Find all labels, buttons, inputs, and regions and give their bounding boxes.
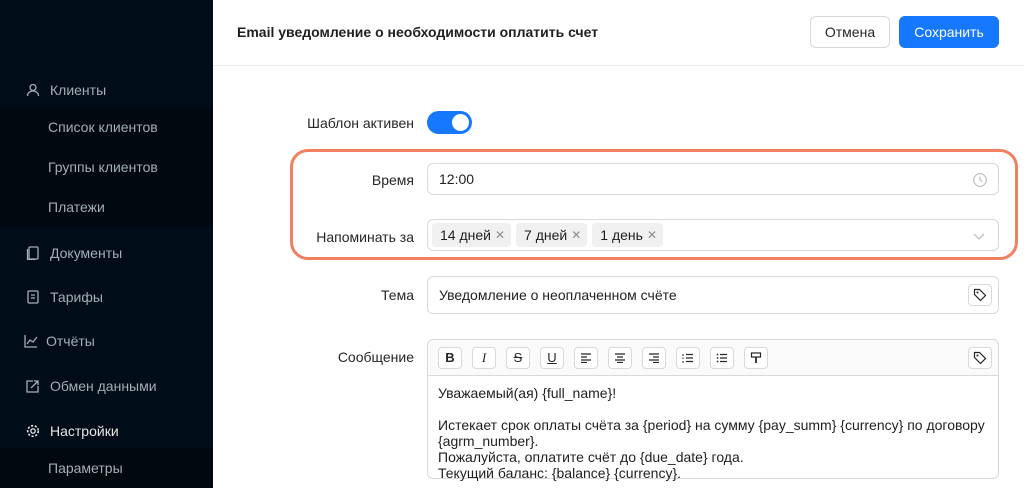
align-right-icon[interactable] <box>642 346 666 369</box>
sidebar-group-reports[interactable]: Отчёты <box>0 321 213 361</box>
remind-tag: 14 дней ✕ <box>432 223 512 247</box>
remind-label: Напоминать за <box>316 229 414 245</box>
subject-value: Уведомление о неоплаченном счёте <box>439 287 677 303</box>
sidebar-group-tariffs[interactable]: Тарифы <box>0 277 213 317</box>
sidebar-group-clients[interactable]: Клиенты <box>0 70 213 110</box>
sidebar-item-payments[interactable]: Платежи <box>0 187 213 227</box>
tag-label: 1 день <box>600 227 643 243</box>
cancel-button[interactable]: Отмена <box>810 16 890 48</box>
message-line <box>438 401 988 417</box>
tariff-icon <box>26 290 40 304</box>
sidebar-group-label: Отчёты <box>46 333 95 349</box>
tag-label: 14 дней <box>440 227 491 243</box>
bold-icon[interactable]: B <box>438 346 462 369</box>
close-icon[interactable]: ✕ <box>495 228 505 242</box>
message-line: Пожалуйста, оплатите счёт до {due_date} … <box>438 449 744 465</box>
message-body[interactable]: Уважаемый(ая) {full_name}! Истекает срок… <box>428 376 998 488</box>
tag-label: 7 дней <box>524 227 568 243</box>
user-icon <box>26 83 40 97</box>
page-header: Email уведомление о необходимости оплати… <box>213 0 1024 66</box>
remind-tag: 1 день ✕ <box>592 223 663 247</box>
exchange-icon <box>26 379 40 393</box>
time-value: 12:00 <box>439 171 475 187</box>
sidebar-item-client-groups[interactable]: Группы клиентов <box>0 147 213 187</box>
sidebar-group-documents[interactable]: Документы <box>0 233 213 273</box>
tag-icon[interactable] <box>968 284 992 306</box>
bullet-list-icon[interactable] <box>710 346 734 369</box>
time-label: Время <box>371 172 414 188</box>
sidebar-group-label: Тарифы <box>50 289 103 305</box>
page-title: Email уведомление о необходимости оплати… <box>237 24 599 40</box>
align-center-icon[interactable] <box>608 346 632 369</box>
chevron-down-icon[interactable] <box>972 229 988 245</box>
tag-icon[interactable] <box>968 347 992 369</box>
underline-icon[interactable]: U <box>540 346 564 369</box>
clock-icon <box>972 172 988 188</box>
strikethrough-icon[interactable]: S <box>506 346 530 369</box>
sidebar: Клиенты Список клиентов Группы клиентов … <box>0 0 213 488</box>
sidebar-item-client-list[interactable]: Список клиентов <box>0 107 213 147</box>
ordered-list-icon[interactable] <box>676 346 700 369</box>
sidebar-group-exchange[interactable]: Обмен данными <box>0 366 213 406</box>
sidebar-group-label: Обмен данными <box>50 378 157 394</box>
align-left-icon[interactable] <box>574 346 598 369</box>
document-icon <box>26 246 40 260</box>
active-toggle[interactable] <box>427 111 472 134</box>
sidebar-group-label: Настройки <box>50 423 119 439</box>
message-line: Текущий баланс: {balance} {currency}. <box>438 465 682 481</box>
chart-icon <box>24 334 38 348</box>
italic-icon[interactable]: I <box>472 346 496 369</box>
save-button[interactable]: Сохранить <box>899 16 999 48</box>
message-line: Уважаемый(ая) {full_name}! <box>438 385 617 401</box>
message-editor[interactable]: B I S U Уважаемый(ая) {full_name}! Истек… <box>427 339 999 481</box>
toggle-knob <box>452 114 469 131</box>
format-painter-icon[interactable] <box>744 346 768 369</box>
active-label: Шаблон активен <box>307 115 414 131</box>
settings-submenu: Параметры <box>0 448 213 488</box>
message-label: Сообщение <box>337 349 414 365</box>
remind-select[interactable]: 14 дней ✕ 7 дней ✕ 1 день ✕ <box>427 219 999 251</box>
sidebar-group-label: Клиенты <box>50 82 107 98</box>
time-picker[interactable]: 12:00 <box>427 163 999 195</box>
sidebar-group-label: Документы <box>50 245 123 261</box>
subject-label: Тема <box>381 287 414 303</box>
sidebar-item-parameters[interactable]: Параметры <box>0 448 213 488</box>
subject-input[interactable]: Уведомление о неоплаченном счёте <box>427 276 999 314</box>
message-line: Истекает срок оплаты счёта за {period} н… <box>438 417 985 449</box>
gear-icon <box>26 424 40 438</box>
editor-toolbar: B I S U <box>428 340 998 376</box>
close-icon[interactable]: ✕ <box>571 228 581 242</box>
close-icon[interactable]: ✕ <box>647 228 657 242</box>
sidebar-group-settings[interactable]: Настройки <box>0 411 213 451</box>
clients-submenu: Список клиентов Группы клиентов Платежи <box>0 107 213 227</box>
remind-tag: 7 дней ✕ <box>516 223 588 247</box>
